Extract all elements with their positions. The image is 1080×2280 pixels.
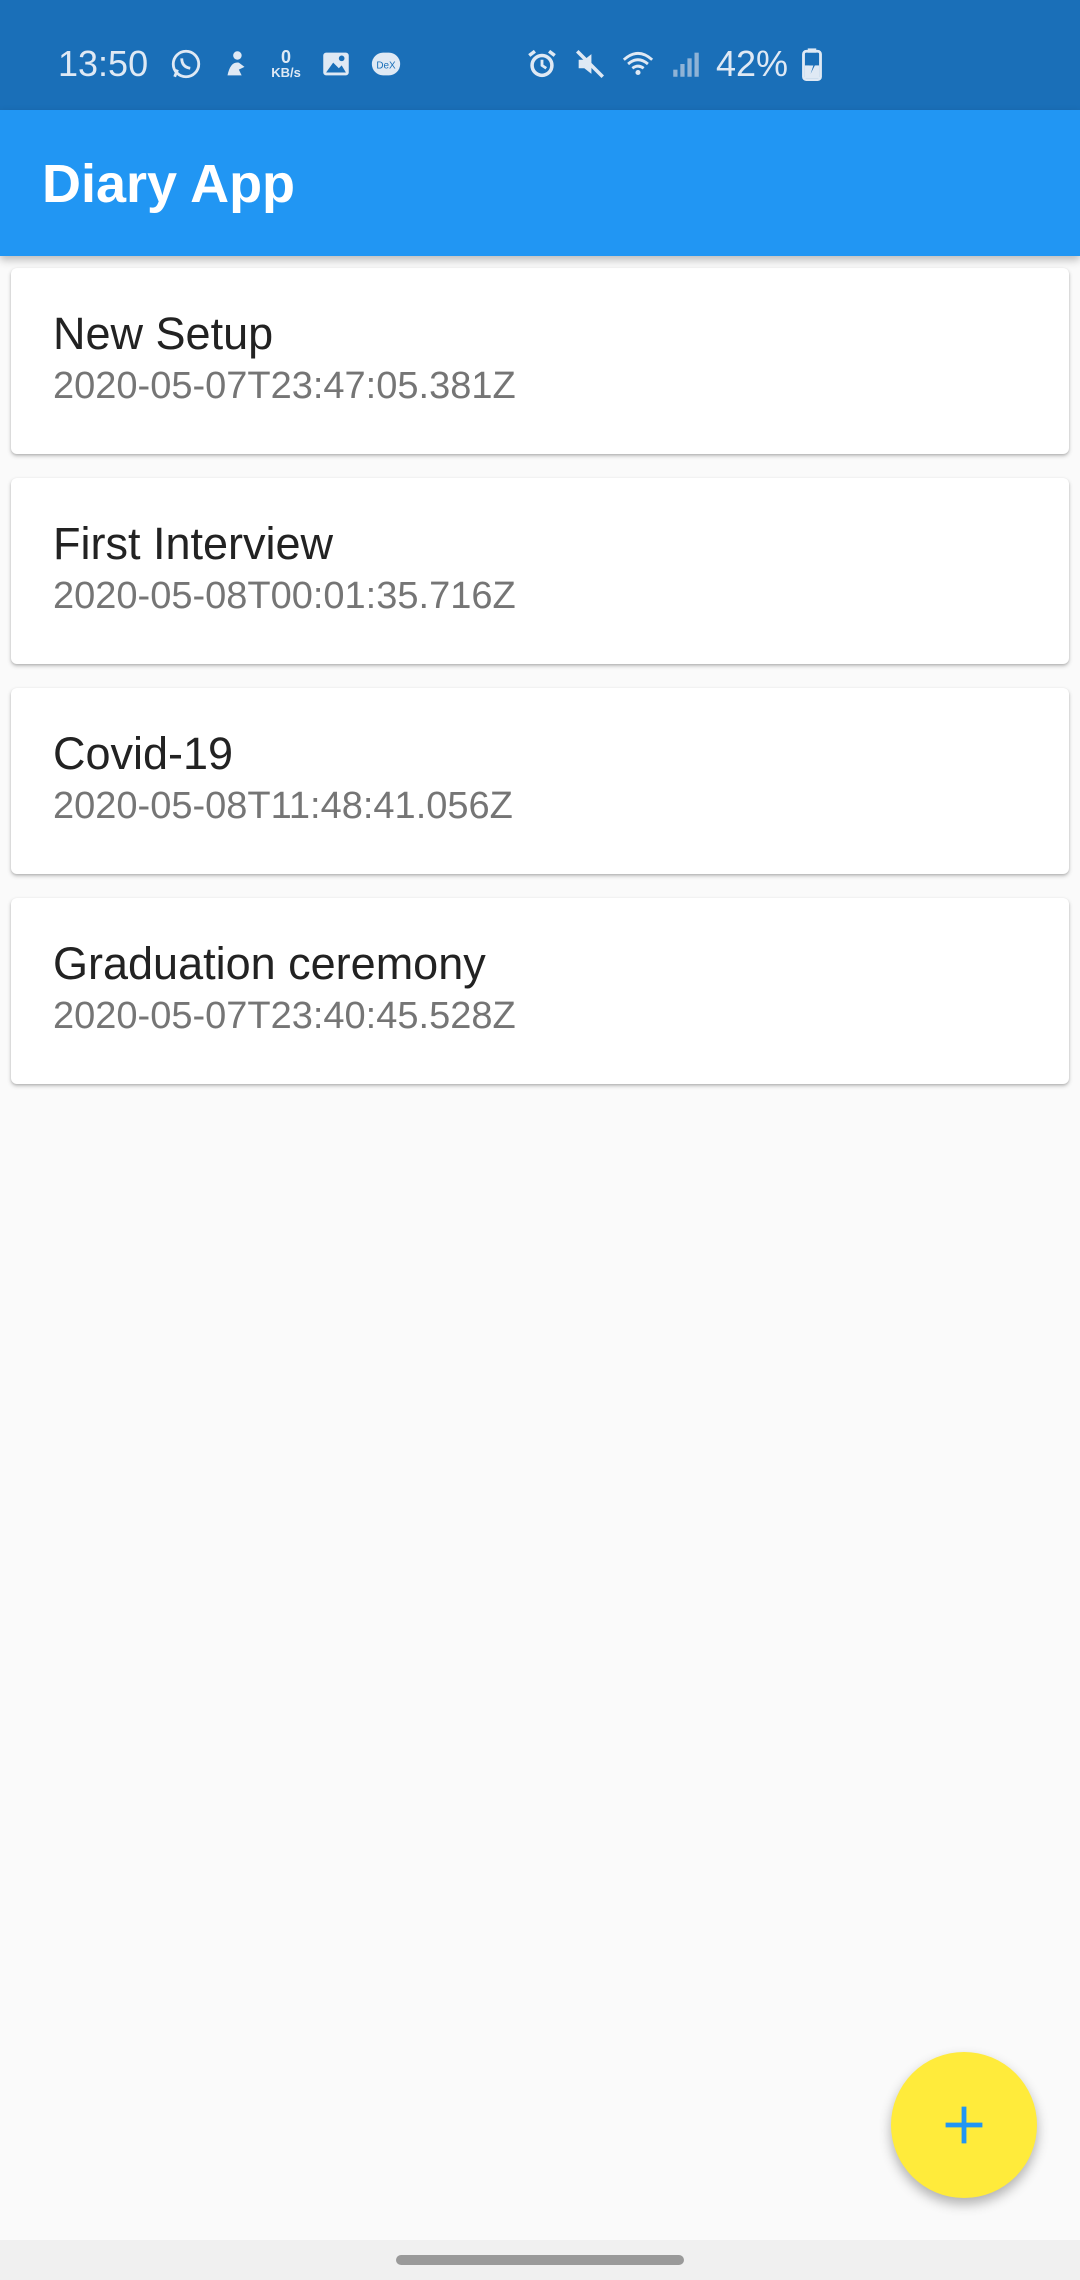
entry-title: New Setup (53, 308, 274, 359)
status-icons-right: 42% (524, 44, 824, 84)
dex-icon: DeX (368, 46, 404, 82)
entry-date: 2020-05-07T23:40:45.528Z (53, 995, 516, 1037)
app-bar: Diary App (0, 110, 1080, 256)
image-icon (318, 46, 354, 82)
diary-entry-card[interactable]: First Interview 2020-05-08T00:01:35.716Z (11, 478, 1069, 664)
entry-title: First Interview (53, 518, 334, 569)
battery-percent: 42% (716, 43, 789, 84)
diary-entry-list: New Setup 2020-05-07T23:47:05.381Z First… (11, 268, 1069, 1108)
net-speed-value: 0 (280, 47, 291, 67)
entry-date: 2020-05-07T23:47:05.381Z (53, 365, 516, 407)
network-speed-icon: 0 KB/s (268, 46, 304, 82)
signal-icon (668, 46, 704, 82)
diary-entry-card[interactable]: Covid-19 2020-05-08T11:48:41.056Z (11, 688, 1069, 874)
battery-charging-icon (800, 46, 824, 82)
alarm-icon (524, 46, 560, 82)
status-icons-left: 0 KB/s DeX (168, 44, 404, 84)
net-speed-unit: KB/s (271, 65, 301, 80)
mute-icon (572, 46, 608, 82)
diary-entry-card[interactable]: Graduation ceremony 2020-05-07T23:40:45.… (11, 898, 1069, 1084)
page-title: Diary App (42, 154, 296, 214)
svg-text:DeX: DeX (376, 60, 396, 71)
entry-title: Graduation ceremony (53, 938, 486, 989)
entry-date: 2020-05-08T00:01:35.716Z (53, 575, 516, 617)
entry-date: 2020-05-08T11:48:41.056Z (53, 785, 513, 827)
home-gesture-handle[interactable] (396, 2255, 684, 2265)
wifi-icon (620, 46, 656, 82)
status-time: 13:50 (58, 43, 149, 84)
diary-entry-card[interactable]: New Setup 2020-05-07T23:47:05.381Z (11, 268, 1069, 454)
whatsapp-icon (168, 46, 204, 82)
plus-icon (940, 2101, 988, 2149)
app-notification-icon (218, 46, 254, 82)
add-entry-button[interactable] (891, 2052, 1037, 2198)
status-bar: 13:50 0 KB/s DeX 42% (0, 0, 1080, 110)
entry-title: Covid-19 (53, 728, 234, 779)
